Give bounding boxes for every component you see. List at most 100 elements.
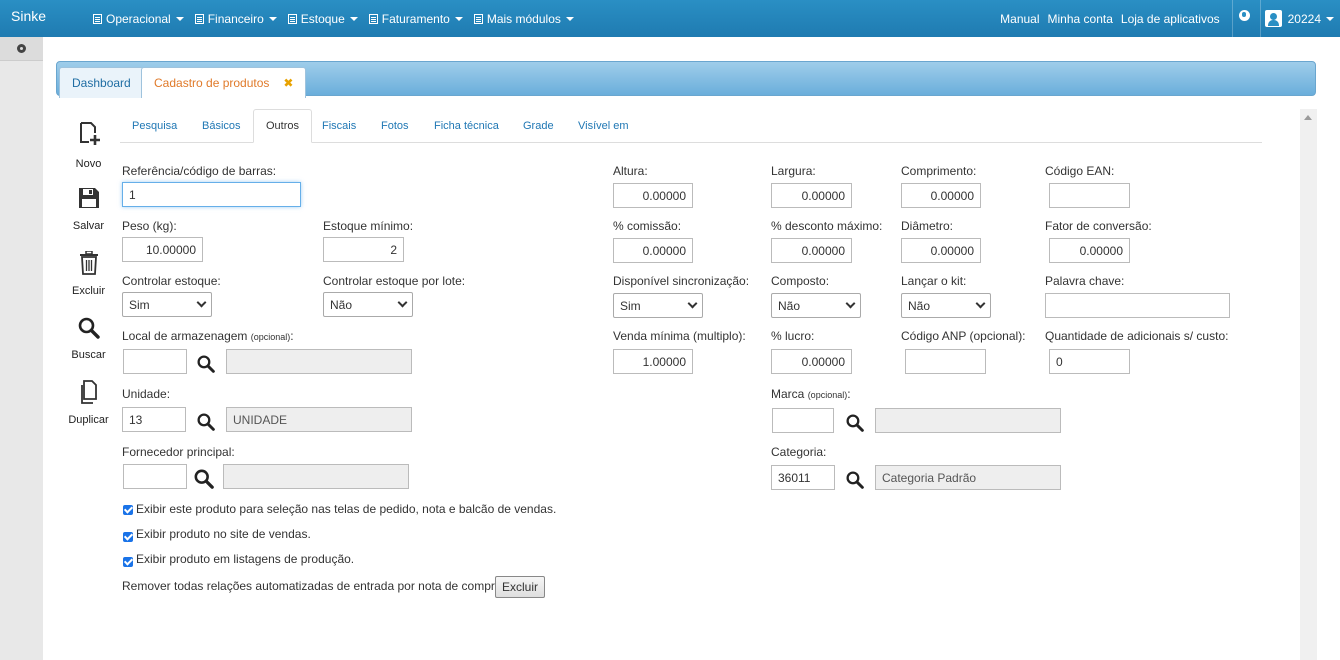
tab-basicos[interactable]: Básicos [190,109,253,143]
comissao-input[interactable]: 0.00000 [613,238,693,263]
nav-right: Manual Minha conta Loja de aplicativos 2… [1000,0,1340,37]
qtd-adicionais-input[interactable]: 0 [1049,349,1130,374]
fornecedor-label: Fornecedor principal: [122,445,235,459]
divider [1259,0,1261,37]
scroll-up-icon[interactable] [1304,115,1312,120]
search-icon[interactable] [846,414,864,432]
largura-input[interactable]: 0.00000 [771,183,852,208]
chevron-down-icon [975,298,986,309]
local-armazenagem-name-field [226,349,412,374]
ean-input[interactable] [1049,183,1130,208]
menu-mais-modulos[interactable]: Mais módulos [473,0,579,37]
main-menu: Operacional Financeiro Estoque Faturamen… [93,0,585,37]
exibir-site-checkbox[interactable] [123,532,133,542]
menu-estoque[interactable]: Estoque [287,0,363,37]
delete-button[interactable]: Excluir [61,251,116,297]
lucro-input[interactable]: 0.00000 [771,349,852,374]
caret-down-icon [1326,16,1334,21]
document-icon [368,13,378,24]
tab-pesquisa[interactable]: Pesquisa [120,109,189,143]
globe-icon[interactable] [1238,10,1250,21]
exibir-site-label: Exibir produto no site de vendas. [136,527,311,541]
gear-icon [17,44,26,53]
user-id: 20224 [1287,11,1321,26]
app-store-link[interactable]: Loja de aplicativos [1121,12,1220,26]
manual-link[interactable]: Manual [1000,12,1039,26]
tab-dashboard[interactable]: Dashboard [59,67,144,98]
duplicate-button[interactable]: Duplicar [61,380,116,426]
tab-grade[interactable]: Grade [511,109,566,143]
tab-visivel-em[interactable]: Visível em [566,109,641,143]
exibir-producao-label: Exibir produto em listagens de produção. [136,552,355,566]
menu-faturamento[interactable]: Faturamento [368,0,468,37]
qtd-adicionais-label: Quantidade de adicionais s/ custo: [1045,329,1229,343]
controlar-estoque-select[interactable]: Sim [122,292,212,317]
fornecedor-code-input[interactable] [123,464,187,489]
venda-minima-input[interactable]: 1.00000 [613,349,693,374]
close-icon[interactable]: ✖ [283,76,293,90]
settings-button[interactable] [0,37,43,61]
tab-ficha-tecnica[interactable]: Ficha técnica [422,109,511,143]
main-panel: Dashboard Cadastro de produtos ✖ Novo Sa… [43,37,1340,660]
unidade-code-input[interactable]: 13 [122,407,186,432]
exibir-producao-checkbox[interactable] [123,557,133,567]
ref-label: Referência/código de barras: [122,164,277,178]
fator-conversao-label: Fator de conversão: [1045,219,1152,233]
menu-operacional[interactable]: Operacional [93,0,189,37]
lancar-kit-select[interactable]: Não [901,293,991,318]
tab-fiscais[interactable]: Fiscais [310,109,368,143]
excluir-relacoes-button[interactable]: Excluir [495,576,546,598]
venda-minima-label: Venda mínima (multiplo): [613,329,746,343]
palavra-chave-label: Palavra chave: [1045,274,1125,288]
new-button[interactable]: Novo [61,120,116,170]
chevron-down-icon [196,297,207,308]
estoque-minimo-input[interactable]: 2 [323,237,404,262]
comprimento-input[interactable]: 0.00000 [901,183,981,208]
estoque-minimo-label: Estoque mínimo: [323,219,414,233]
altura-input[interactable]: 0.00000 [613,183,693,208]
add-document-icon [79,122,100,145]
controlar-lote-label: Controlar estoque por lote: [323,274,466,288]
palavra-chave-input[interactable] [1045,293,1230,318]
categoria-code-input[interactable]: 36011 [771,465,835,490]
tab-cadastro-produtos[interactable]: Cadastro de produtos ✖ [141,67,307,98]
search-icon[interactable] [194,469,214,489]
composto-label: Composto: [771,274,830,288]
search-icon[interactable] [846,471,864,489]
account-link[interactable]: Minha conta [1048,12,1113,26]
save-button[interactable]: Salvar [61,186,116,232]
vertical-scrollbar[interactable] [1300,109,1317,660]
largura-label: Largura: [771,164,816,178]
form-tabs: Pesquisa Básicos Outros Fiscais Fotos Fi… [120,109,1262,143]
peso-input[interactable]: 10.00000 [122,237,203,262]
ref-barcode-input[interactable]: 1 [122,182,301,207]
tab-fotos[interactable]: Fotos [369,109,421,143]
lucro-label: % lucro: [771,329,815,343]
user-menu[interactable]: 20224 [1264,10,1334,27]
caret-down-icon [268,16,277,21]
exibir-selecao-checkbox[interactable] [123,505,133,515]
search-button[interactable]: Buscar [61,317,116,361]
chevron-down-icon [397,297,408,308]
diametro-input[interactable]: 0.00000 [901,238,981,263]
search-icon[interactable] [197,355,215,373]
marca-code-input[interactable] [772,408,834,433]
marca-label: Marca (opcional): [771,387,851,401]
menu-financeiro[interactable]: Financeiro [194,0,282,37]
remover-relacoes-label: Remover todas relações automatizadas de … [122,579,502,593]
categoria-label: Categoria: [771,445,827,459]
fator-conversao-input[interactable]: 0.00000 [1049,238,1130,263]
tab-outros[interactable]: Outros [253,109,313,143]
marca-name-field [875,408,1061,433]
copy-icon [80,380,97,404]
search-icon[interactable] [197,413,215,431]
controlar-lote-select[interactable]: Não [323,292,413,317]
unidade-label: Unidade: [122,387,171,401]
desconto-maximo-input[interactable]: 0.00000 [771,238,852,263]
composto-select[interactable]: Não [771,293,861,318]
local-armazenagem-code-input[interactable] [123,349,187,374]
brand-logo[interactable]: Sinke [11,8,46,24]
unidade-name-field: UNIDADE [226,407,412,432]
disponivel-sincronizacao-select[interactable]: Sim [613,293,703,318]
codigo-anp-input[interactable] [905,349,986,374]
